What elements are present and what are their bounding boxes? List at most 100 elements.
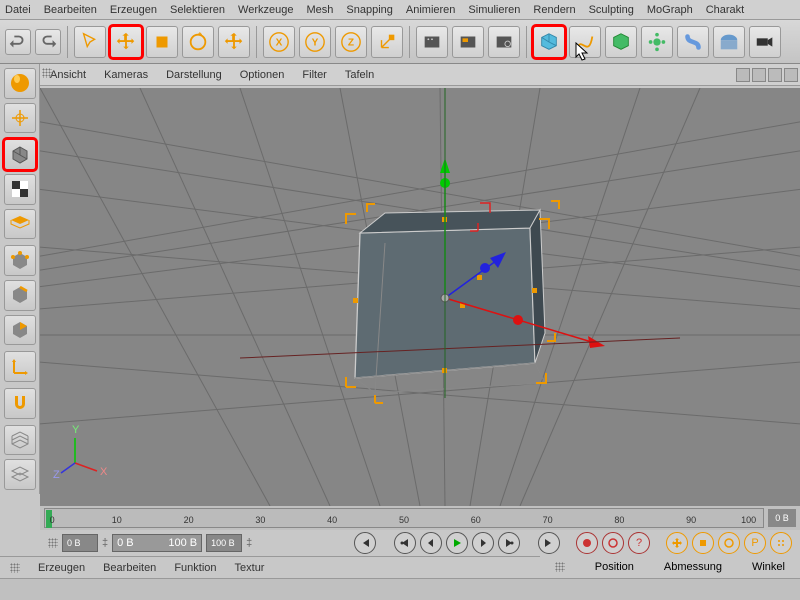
prev-frame-button[interactable] <box>420 532 442 554</box>
attr-funktion[interactable]: Funktion <box>174 562 216 574</box>
svg-text:Z: Z <box>53 469 60 481</box>
axis-y-button[interactable]: Y <box>299 26 331 58</box>
menu-mesh[interactable]: Mesh <box>306 4 333 16</box>
menu-selektieren[interactable]: Selektieren <box>170 4 225 16</box>
to-start-button[interactable] <box>354 532 376 554</box>
next-frame-button[interactable] <box>472 532 494 554</box>
render-settings-button[interactable] <box>488 26 520 58</box>
main-toolbar: X Y Z <box>0 20 800 64</box>
render-region-button[interactable] <box>452 26 484 58</box>
deformer-button[interactable] <box>677 26 709 58</box>
viewport-scene: Y X Z <box>40 88 800 506</box>
main-menu-bar: Datei Bearbeiten Erzeugen Selektieren We… <box>0 0 800 20</box>
coord-labels: Position Abmessung Winkel <box>540 556 800 578</box>
end-frame-field[interactable]: 100 B <box>206 534 242 552</box>
menu-charakter[interactable]: Charakt <box>706 4 745 16</box>
key-scale-button[interactable] <box>692 532 714 554</box>
coord-system-button[interactable] <box>371 26 403 58</box>
range-slider[interactable]: 0 B100 B <box>112 534 202 552</box>
point-mode-button[interactable] <box>4 245 36 276</box>
grid3d-icon[interactable] <box>4 425 36 456</box>
camera-button[interactable] <box>749 26 781 58</box>
to-end-button[interactable] <box>538 532 560 554</box>
viewport-nav-icon[interactable] <box>784 68 798 82</box>
play-button[interactable] <box>446 532 468 554</box>
dock-grip-icon[interactable] <box>10 563 20 573</box>
record-button[interactable] <box>576 532 598 554</box>
viewport-nav-icon[interactable] <box>736 68 750 82</box>
generator-button[interactable] <box>641 26 673 58</box>
magnet-button[interactable] <box>4 388 36 419</box>
polygon-mode-button[interactable] <box>4 315 36 346</box>
key-pos-button[interactable] <box>666 532 688 554</box>
key-rot-button[interactable] <box>718 532 740 554</box>
left-tool-panel <box>0 64 40 494</box>
submenu-optionen[interactable]: Optionen <box>240 69 285 81</box>
environment-button[interactable] <box>713 26 745 58</box>
cube-object[interactable] <box>346 201 559 403</box>
menu-bearbeiten[interactable]: Bearbeiten <box>44 4 97 16</box>
playback-controls: 0 B ‡ 0 B100 B 100 B ‡ ? P <box>40 530 800 556</box>
submenu-kameras[interactable]: Kameras <box>104 69 148 81</box>
render-button[interactable] <box>416 26 448 58</box>
submenu-tafeln[interactable]: Tafeln <box>345 69 374 81</box>
viewport-nav-icon[interactable] <box>752 68 766 82</box>
attr-erzeugen[interactable]: Erzeugen <box>38 562 85 574</box>
autokey-button[interactable] <box>602 532 624 554</box>
axis-x-button[interactable]: X <box>263 26 295 58</box>
timeline-ruler[interactable]: 0 10 20 30 40 50 60 70 80 90 100 <box>44 508 764 528</box>
menu-snapping[interactable]: Snapping <box>346 4 393 16</box>
viewport-nav-icon[interactable] <box>768 68 782 82</box>
submenu-filter[interactable]: Filter <box>302 69 326 81</box>
texture-mode-button[interactable] <box>4 174 36 205</box>
menu-sculpting[interactable]: Sculpting <box>589 4 634 16</box>
submenu-ansicht[interactable]: Ansicht <box>50 69 86 81</box>
grid2d-icon[interactable] <box>4 459 36 490</box>
menu-simulieren[interactable]: Simulieren <box>468 4 520 16</box>
keyframe-options-button[interactable]: ? <box>628 532 650 554</box>
select-tool[interactable] <box>74 26 106 58</box>
menu-rendern[interactable]: Rendern <box>533 4 575 16</box>
dock-grip-icon[interactable] <box>555 562 565 572</box>
submenu-darstellung[interactable]: Darstellung <box>166 69 222 81</box>
viewport-3d[interactable]: Y X Z <box>40 88 800 506</box>
menu-erzeugen[interactable]: Erzeugen <box>110 4 157 16</box>
dock-grip-icon[interactable] <box>42 68 52 78</box>
workplane-button[interactable] <box>4 209 36 240</box>
redo-button[interactable] <box>35 29 61 55</box>
axis-z-button[interactable]: Z <box>335 26 367 58</box>
dock-grip-icon[interactable] <box>48 538 58 548</box>
freeform-tool[interactable] <box>218 26 250 58</box>
menu-animieren[interactable]: Animieren <box>406 4 456 16</box>
axis-tool-button[interactable] <box>4 351 36 382</box>
angle-label: Winkel <box>752 561 785 573</box>
dimension-label: Abmessung <box>664 561 722 573</box>
menu-mograph[interactable]: MoGraph <box>647 4 693 16</box>
menu-werkzeuge[interactable]: Werkzeuge <box>238 4 293 16</box>
key-param-button[interactable]: P <box>744 532 766 554</box>
rotate-tool[interactable] <box>182 26 214 58</box>
viewport-menu-bar: Ansicht Kameras Darstellung Optionen Fil… <box>40 64 800 86</box>
spline-button[interactable] <box>569 26 601 58</box>
nurbs-button[interactable] <box>605 26 637 58</box>
svg-text:X: X <box>100 466 108 478</box>
key-pla-button[interactable] <box>770 532 792 554</box>
locator-icon[interactable] <box>4 103 36 134</box>
undo-button[interactable] <box>5 29 31 55</box>
material-ball-icon[interactable] <box>4 68 36 99</box>
next-key-button[interactable] <box>498 532 520 554</box>
attr-textur[interactable]: Textur <box>235 562 265 574</box>
property-bar <box>0 578 800 600</box>
menu-datei[interactable]: Datei <box>5 4 31 16</box>
svg-text:Y: Y <box>72 424 80 436</box>
move-tool[interactable] <box>110 26 142 58</box>
start-frame-field[interactable]: 0 B <box>62 534 98 552</box>
scale-tool[interactable] <box>146 26 178 58</box>
svg-text:?: ? <box>636 537 642 549</box>
model-mode-button[interactable] <box>4 139 36 170</box>
primitive-cube-button[interactable] <box>533 26 565 58</box>
prev-key-button[interactable] <box>394 532 416 554</box>
timeline-bar: 0 10 20 30 40 50 60 70 80 90 100 0 B <box>40 506 800 530</box>
attr-bearbeiten[interactable]: Bearbeiten <box>103 562 156 574</box>
edge-mode-button[interactable] <box>4 280 36 311</box>
